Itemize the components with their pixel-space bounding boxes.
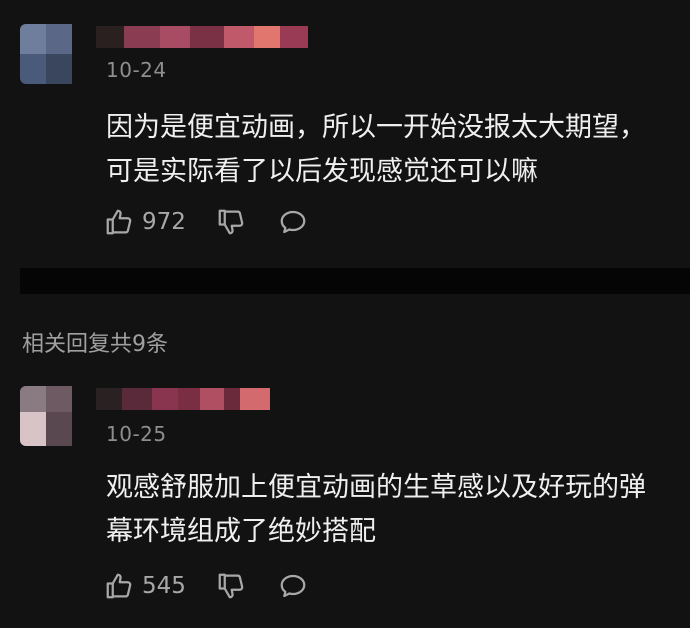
thumbs-down-icon bbox=[218, 209, 244, 235]
blur-block bbox=[152, 388, 178, 410]
thumbs-down-icon bbox=[218, 573, 244, 599]
dislike-button[interactable] bbox=[216, 571, 246, 601]
comment-date: 10-25 bbox=[106, 422, 167, 446]
blur-block bbox=[254, 26, 280, 48]
blur-block bbox=[178, 388, 200, 410]
username-blurred[interactable] bbox=[96, 388, 270, 410]
reply-button[interactable] bbox=[278, 207, 308, 237]
comment-text: 因为是便宜动画，所以一开始没报太大期望，可是实际看了以后发现感觉还可以嘛 bbox=[106, 112, 646, 187]
blur-block bbox=[124, 26, 160, 48]
reply-button[interactable] bbox=[278, 571, 308, 601]
avatar-pixel bbox=[20, 386, 46, 412]
avatar-pixel bbox=[20, 412, 46, 446]
comment-actions: 545 bbox=[104, 568, 330, 604]
speech-bubble-icon bbox=[280, 210, 306, 234]
blur-block bbox=[200, 388, 224, 410]
blur-block bbox=[190, 26, 224, 48]
blur-block bbox=[224, 388, 240, 410]
thumbs-up-icon bbox=[106, 209, 132, 235]
like-button[interactable]: 972 bbox=[104, 207, 186, 237]
dislike-button[interactable] bbox=[216, 207, 246, 237]
speech-bubble-icon bbox=[280, 574, 306, 598]
avatar-pixel bbox=[20, 24, 46, 54]
comment-actions: 972 bbox=[104, 204, 330, 240]
blur-block bbox=[240, 388, 270, 410]
replies-header: 相关回复共9条 bbox=[22, 332, 168, 357]
avatar-pixel bbox=[46, 54, 72, 84]
avatar-pixel bbox=[46, 412, 72, 446]
like-count: 972 bbox=[142, 209, 186, 235]
comment-date: 10-24 bbox=[106, 58, 167, 82]
username-blurred[interactable] bbox=[96, 26, 308, 48]
like-button[interactable]: 545 bbox=[104, 571, 186, 601]
avatar-pixel bbox=[46, 24, 72, 54]
blur-block bbox=[224, 26, 254, 48]
blur-block bbox=[122, 388, 152, 410]
avatar[interactable] bbox=[20, 386, 72, 446]
blur-block bbox=[96, 388, 122, 410]
comment-text: 观感舒服加上便宜动画的生草感以及好玩的弹幕环境组成了绝妙搭配 bbox=[106, 472, 646, 547]
blur-block bbox=[280, 26, 308, 48]
section-divider bbox=[20, 268, 690, 294]
thumbs-up-icon bbox=[106, 573, 132, 599]
blur-block bbox=[160, 26, 190, 48]
avatar[interactable] bbox=[20, 24, 72, 84]
like-count: 545 bbox=[142, 573, 186, 599]
blur-block bbox=[96, 26, 124, 48]
